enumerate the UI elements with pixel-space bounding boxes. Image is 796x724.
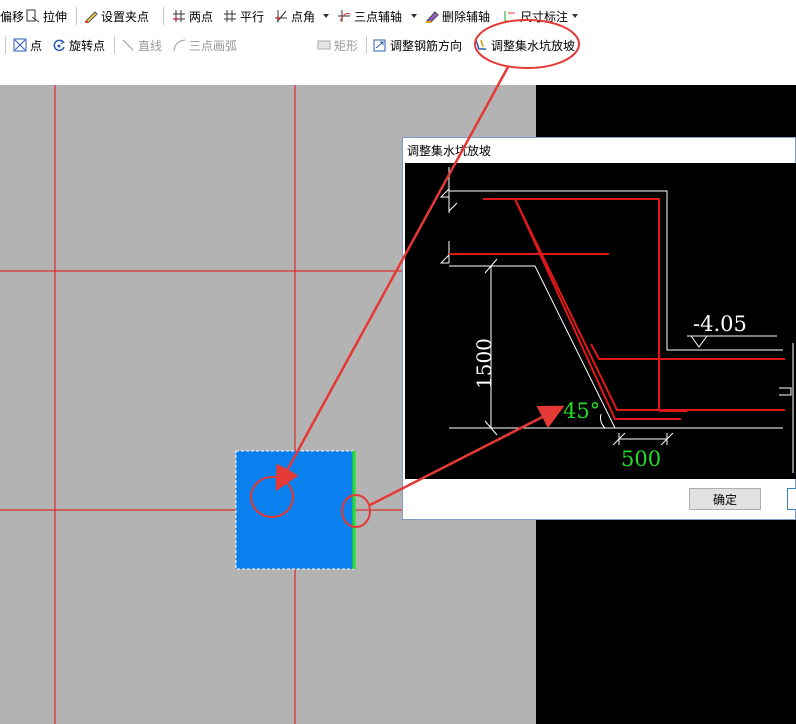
- three-point-axis-label: 三点辅轴: [354, 9, 403, 24]
- dimension-button[interactable]: 尺寸标注: [503, 0, 568, 32]
- adjust-sump-slope-button[interactable]: 调整集水坑放坡: [474, 32, 575, 58]
- point-angle-icon: [274, 9, 288, 23]
- set-grip-button[interactable]: 设置夹点: [84, 0, 149, 32]
- point-box-icon: [13, 38, 27, 52]
- adjust-rebar-direction-label: 调整钢筋方向: [390, 38, 463, 53]
- slope-diagram: 1500 -4.05 45° 500: [439, 167, 794, 473]
- stretch-icon: [26, 9, 40, 23]
- two-point-label: 两点: [189, 9, 214, 24]
- rotate-icon: [52, 38, 66, 52]
- chevron-down-icon: [572, 14, 578, 18]
- point-angle-dropdown[interactable]: [323, 0, 329, 32]
- delete-axis-button[interactable]: 删除辅轴: [425, 0, 490, 32]
- sump-pit-selected[interactable]: [235, 450, 355, 570]
- line-label: 直线: [138, 38, 163, 53]
- point-angle-button[interactable]: 点角: [274, 0, 315, 32]
- three-point-axis-dropdown[interactable]: [411, 0, 417, 32]
- set-grip-label: 设置夹点: [101, 9, 150, 24]
- offset-label: 偏移: [0, 9, 25, 24]
- point-angle-label: 点角: [291, 9, 316, 24]
- rebar-direction-icon: [373, 38, 387, 52]
- parallel-label: 平行: [240, 9, 265, 24]
- stretch-button[interactable]: 拉伸: [26, 0, 67, 32]
- rectangle-button[interactable]: 矩形: [317, 32, 358, 58]
- toolbar-row-2: 点 旋转点 直线 三点画弧 矩形 调整钢筋方向 调整集水坑放坡: [0, 32, 796, 88]
- ok-button[interactable]: 确定: [689, 488, 761, 510]
- two-point-button[interactable]: 两点: [172, 0, 213, 32]
- rotate-point-button[interactable]: 旋转点: [52, 32, 105, 58]
- dimension-label: 尺寸标注: [520, 9, 569, 24]
- stretch-label: 拉伸: [43, 9, 68, 24]
- eraser-icon: [425, 9, 439, 23]
- dim-angle: 45°: [563, 399, 600, 423]
- three-point-arc-button[interactable]: 三点画弧: [172, 32, 237, 58]
- parallel-icon: [223, 9, 237, 23]
- three-point-axis-button[interactable]: 三点辅轴: [337, 0, 402, 32]
- adjust-sump-slope-dialog: 调整集水坑放坡 1500 -4.05 45° 500 确定: [402, 137, 796, 520]
- sump-slope-icon: [474, 38, 488, 52]
- rotate-point-label: 旋转点: [69, 38, 106, 53]
- point-label: 点: [30, 38, 43, 53]
- parallel-button[interactable]: 平行: [223, 0, 264, 32]
- three-point-axis-icon: [337, 9, 351, 23]
- offset-button[interactable]: 偏移: [0, 0, 24, 32]
- line-icon: [121, 38, 135, 52]
- dialog-title: 调整集水坑放坡: [407, 144, 492, 158]
- point-button[interactable]: 点: [13, 32, 42, 58]
- chevron-down-icon: [323, 14, 329, 18]
- adjust-rebar-direction-button[interactable]: 调整钢筋方向: [373, 32, 462, 58]
- delete-axis-label: 删除辅轴: [442, 9, 491, 24]
- line-button[interactable]: 直线: [121, 32, 162, 58]
- dimension-dropdown[interactable]: [572, 0, 578, 32]
- dim-elevation: -4.05: [693, 312, 747, 336]
- rectangle-icon: [317, 38, 331, 52]
- two-point-axis-icon: [172, 9, 186, 23]
- dim-depth: 1500: [472, 338, 496, 389]
- cancel-button-partial[interactable]: [787, 488, 796, 510]
- pencil-icon: [84, 9, 98, 24]
- dimension-icon: [503, 9, 517, 23]
- toolbar-spacer: [0, 58, 796, 85]
- three-point-arc-label: 三点画弧: [189, 38, 238, 53]
- adjust-sump-slope-label: 调整集水坑放坡: [491, 38, 576, 53]
- dim-width: 500: [621, 447, 661, 471]
- chevron-down-icon: [411, 14, 417, 18]
- rectangle-label: 矩形: [334, 38, 359, 53]
- dialog-preview-canvas: 1500 -4.05 45° 500: [405, 163, 796, 479]
- toolbar-row-1: 偏移 拉伸 设置夹点 两点 平行 点角 三点辅轴 删除辅轴 尺寸标注: [0, 0, 796, 32]
- arc-icon: [172, 38, 186, 52]
